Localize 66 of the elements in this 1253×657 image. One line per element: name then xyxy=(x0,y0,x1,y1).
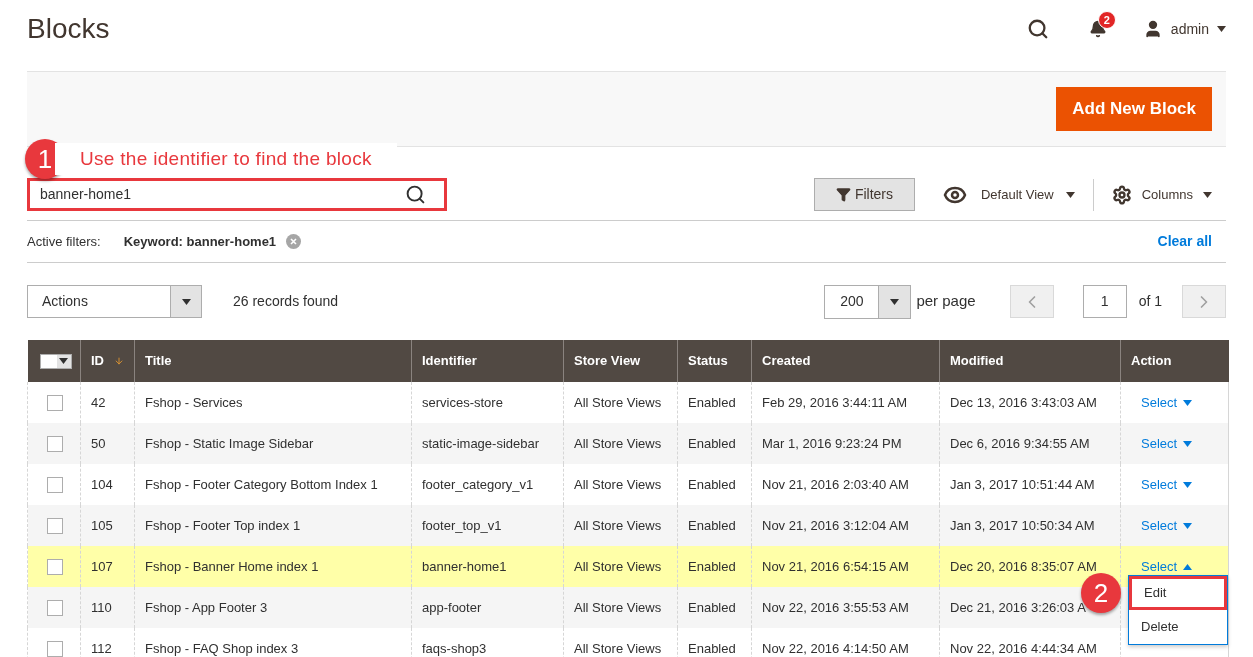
caret-icon xyxy=(1183,440,1193,447)
select-action-link[interactable]: Select xyxy=(1141,392,1208,413)
table-cell: Fshop - FAQ Shop index 3 xyxy=(134,628,412,657)
filter-icon xyxy=(835,187,851,202)
column-header[interactable]: Modified xyxy=(939,340,1121,382)
page-title: Blocks xyxy=(27,12,111,46)
column-header[interactable]: Created xyxy=(751,340,940,382)
caret-icon xyxy=(1183,563,1193,570)
column-header[interactable]: Status xyxy=(677,340,752,382)
select-action-link[interactable]: Select xyxy=(1141,433,1208,454)
add-new-block-button[interactable]: Add New Block xyxy=(1056,87,1212,131)
search-field[interactable]: banner-home1 xyxy=(27,178,447,211)
row-checkbox[interactable] xyxy=(47,599,63,616)
search-icon[interactable] xyxy=(1026,18,1049,40)
row-checkbox[interactable] xyxy=(47,517,63,534)
records-count: 26 records found xyxy=(233,292,339,311)
row-checkbox[interactable] xyxy=(47,640,63,657)
caret-icon xyxy=(181,298,191,305)
caret-icon xyxy=(1183,399,1193,406)
page-number-field[interactable]: 1 xyxy=(1082,285,1127,318)
select-action-link[interactable]: Select xyxy=(1141,556,1208,577)
next-page-button[interactable] xyxy=(1182,285,1226,318)
table-cell: Enabled xyxy=(677,628,752,657)
caret-icon xyxy=(1203,191,1212,198)
select-action-link[interactable]: Select xyxy=(1141,515,1208,536)
remove-filter-icon[interactable] xyxy=(286,234,302,249)
clear-all-link[interactable]: Clear all xyxy=(1157,231,1212,252)
menu-item[interactable]: Edit xyxy=(1129,576,1227,610)
column-header[interactable]: Action xyxy=(1120,340,1229,382)
column-header[interactable]: ID xyxy=(80,340,135,382)
active-filters-label: Active filters: xyxy=(27,232,101,251)
view-dropdown[interactable]: Default View xyxy=(942,182,1075,207)
select-all-checkbox[interactable] xyxy=(39,353,72,369)
caret-icon xyxy=(1183,481,1193,488)
columns-dropdown[interactable]: Columns xyxy=(1111,184,1212,205)
caret-icon xyxy=(59,358,68,364)
column-header[interactable]: Store View xyxy=(563,340,678,382)
caret-icon xyxy=(1065,191,1075,198)
page-total: of 1 xyxy=(1138,292,1162,311)
per-page-select[interactable]: 200 xyxy=(824,284,912,319)
previous-page-button[interactable] xyxy=(1009,285,1054,318)
table-cell: 112 xyxy=(80,628,135,657)
row-checkbox[interactable] xyxy=(47,394,63,411)
caret-icon xyxy=(1183,522,1193,529)
table-cell: All Store Views xyxy=(563,628,678,657)
active-filter: Keyword: banner-home1 xyxy=(123,232,277,251)
per-page-label: per page xyxy=(916,291,976,312)
select-action-link[interactable]: Select xyxy=(1141,474,1208,495)
caret-icon xyxy=(1217,26,1226,32)
annotation-text: Use the identifier to find the block xyxy=(55,142,397,176)
row-checkbox[interactable] xyxy=(47,558,63,575)
caret-icon xyxy=(890,298,900,305)
row-checkbox[interactable] xyxy=(47,435,63,452)
search-icon[interactable] xyxy=(405,184,426,205)
filters-button[interactable]: Filters xyxy=(813,178,915,211)
row-checkbox[interactable] xyxy=(47,476,63,493)
column-header[interactable]: Title xyxy=(134,340,412,382)
menu-item[interactable]: Delete xyxy=(1129,610,1227,644)
table-cell: Nov 22, 2016 4:14:50 AM xyxy=(751,628,940,657)
table-cell: Nov 22, 2016 4:44:34 AM xyxy=(939,628,1121,657)
user-menu[interactable]: admin xyxy=(1142,18,1226,40)
table-cell: faqs-shop3 xyxy=(411,628,564,657)
notification-count: 2 xyxy=(1097,11,1116,29)
column-header[interactable]: Identifier xyxy=(411,340,564,382)
actions-select[interactable]: Actions xyxy=(27,285,202,318)
gear-icon xyxy=(1111,184,1132,205)
